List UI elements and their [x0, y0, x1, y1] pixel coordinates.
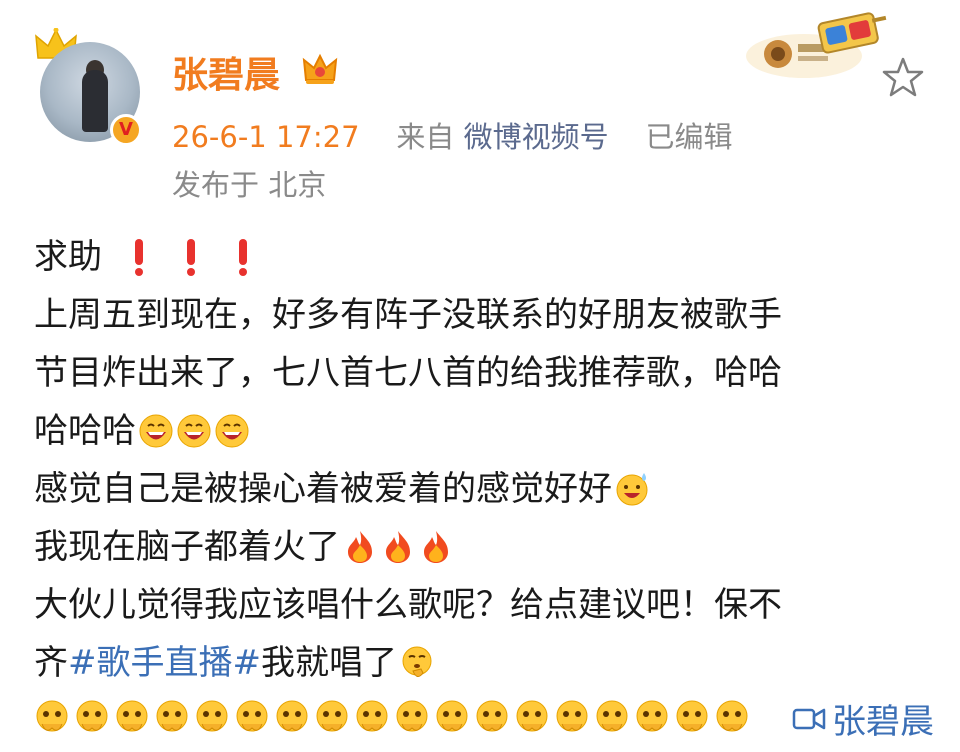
- video-source-link[interactable]: 张碧晨: [792, 694, 934, 743]
- edited-label[interactable]: 已编辑: [646, 120, 733, 154]
- pleading-face-icon: [636, 700, 668, 732]
- pleading-face-icon: [276, 700, 308, 732]
- from-label: 来自: [396, 120, 455, 154]
- pleading-face-icon: [516, 700, 548, 732]
- post-line: 上周五到现在，好多有阵子没联系的好朋友被歌手: [34, 286, 934, 344]
- thinking-face-icon: [402, 646, 432, 677]
- author-name[interactable]: 张碧晨: [172, 46, 280, 98]
- post-text: 感觉自己是被操心着被爱着的感觉好好: [34, 469, 612, 509]
- exclamation-icon: [135, 239, 143, 276]
- laughing-face-icon: [139, 414, 173, 448]
- pleading-face-icon: [196, 700, 228, 732]
- laughing-face-icon: [177, 414, 211, 448]
- post-text: 我现在脑子都着火了: [34, 527, 340, 567]
- post-time: 26-6-1 17:27: [172, 120, 360, 154]
- decorative-3d-glasses-badge: [746, 12, 887, 78]
- pleading-face-icon: [156, 700, 188, 732]
- post-line: 哈哈哈: [34, 402, 934, 460]
- pleading-face-row: [34, 698, 750, 736]
- fire-icon: [348, 531, 372, 563]
- post-text: 节目炸出来了，七八首七八首的给我推荐歌，哈哈: [34, 353, 782, 393]
- post-line: 求助: [34, 228, 934, 286]
- exclamation-icon: [187, 239, 195, 276]
- laughing-face-icon: [215, 414, 249, 448]
- post-text: 求助: [34, 237, 102, 277]
- location-value: 北京: [268, 168, 327, 202]
- post-meta: 26-6-1 17:27 来自 微博视频号 已编辑: [172, 114, 733, 156]
- pleading-face-icon: [356, 700, 388, 732]
- pleading-face-icon: [476, 700, 508, 732]
- pleading-face-icon: [436, 700, 468, 732]
- pleading-face-icon: [676, 700, 708, 732]
- star-icon[interactable]: [880, 54, 926, 100]
- post-text: 大伙儿觉得我应该唱什么歌呢？给点建议吧！保不: [34, 585, 782, 625]
- avatar[interactable]: V: [34, 28, 144, 158]
- pleading-face-icon: [116, 700, 148, 732]
- post-footer: 张碧晨: [34, 694, 934, 742]
- pleading-face-icon: [396, 700, 428, 732]
- post-source-link[interactable]: 微博视频号: [464, 120, 609, 154]
- pleading-face-icon: [36, 700, 68, 732]
- vip-crown-icon: [302, 53, 338, 84]
- post-line: 感觉自己是被操心着被爱着的感觉好好: [34, 460, 934, 518]
- pleading-face-icon: [716, 700, 748, 732]
- pleading-face-icon: [596, 700, 628, 732]
- post-line: 节目炸出来了，七八首七八首的给我推荐歌，哈哈: [34, 344, 934, 402]
- post-text: 我就唱了: [260, 643, 397, 683]
- topic-hashtag-link[interactable]: #歌手直播#: [68, 634, 261, 692]
- post-line: 我现在脑子都着火了: [34, 518, 934, 576]
- pleading-face-icon: [236, 700, 268, 732]
- video-camera-icon: [792, 708, 826, 729]
- post-text: 哈哈哈: [34, 411, 136, 451]
- post-line: 齐 #歌手直播# 我就唱了: [34, 634, 934, 692]
- fire-icon: [424, 531, 448, 563]
- location-label: 发布于: [172, 168, 260, 202]
- post-text: 齐: [34, 643, 68, 683]
- post-text: 上周五到现在，好多有阵子没联系的好朋友被歌手: [34, 295, 782, 335]
- video-source-name: 张碧晨: [832, 702, 934, 742]
- exclamation-icon: [239, 239, 247, 276]
- pleading-face-icon: [76, 700, 108, 732]
- sweat-smile-face-icon: [616, 473, 648, 506]
- post-header: V 张碧晨 26-6-1 17:27 来自 微博视频号 已编辑 发布于 北京: [0, 0, 960, 210]
- fire-icon: [386, 531, 410, 563]
- post-location: 发布于 北京: [172, 162, 326, 204]
- post-line: 大伙儿觉得我应该唱什么歌呢？给点建议吧！保不: [34, 576, 934, 634]
- pleading-face-icon: [316, 700, 348, 732]
- post-body: 求助 上周五到现在，好多有阵子没联系的好朋友被歌手 节目炸出来了，七八首七八首的…: [34, 228, 934, 692]
- verified-v-icon: V: [110, 114, 142, 146]
- pleading-face-icon: [556, 700, 588, 732]
